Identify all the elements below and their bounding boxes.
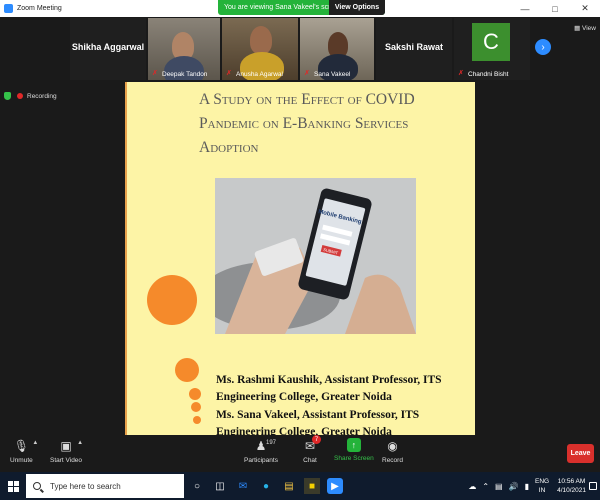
slide-accent-rule [125, 82, 127, 435]
unmute-label: Unmute [10, 457, 33, 464]
author-line: Ms. Sana Vakeel, Assistant Professor, IT… [216, 409, 420, 435]
search-icon [33, 482, 41, 490]
zoom-app-icon [4, 4, 13, 13]
participants-button[interactable]: ♟ 197 Participants [244, 438, 278, 464]
participants-icon: ♟ 197 [255, 439, 276, 453]
close-icon[interactable]: ✕ [570, 0, 600, 17]
maximize-icon[interactable]: □ [540, 0, 570, 17]
participant-name: Chandni Bisht [468, 71, 509, 78]
start-video-label: Start Video [50, 457, 83, 464]
participant-name: Deepak Tandon [162, 71, 208, 78]
participant-tile[interactable]: C ✗ Chandni Bisht [454, 18, 530, 80]
unmute-button[interactable]: 🎙 ▲ Unmute [10, 438, 39, 464]
search-placeholder: Type here to search [50, 481, 121, 491]
muted-mic-icon: ✗ [226, 70, 232, 77]
screen-share-banner: You are viewing Sana Vakeel's screen Vie… [218, 0, 385, 15]
sticky-notes-icon[interactable]: ■ [304, 478, 320, 494]
onedrive-icon[interactable]: ☁ [468, 482, 476, 491]
language-indicator[interactable]: ENG IN [535, 477, 549, 495]
mail-icon[interactable]: ✉ [235, 478, 251, 494]
participant-name: Shikha Aggarwal [71, 42, 145, 52]
participant-gallery: Shikha Aggarwal ✗ Deepak Tandon ✗ Anusha… [0, 17, 600, 81]
share-screen-button[interactable]: ↑ Share Screen [334, 438, 374, 462]
window-controls: — □ ✕ [510, 0, 600, 17]
taskbar-search[interactable]: Type here to search [26, 474, 184, 498]
hidden-icons-chevron-icon[interactable]: ⌃ [482, 482, 489, 491]
muted-mic-icon: ✗ [304, 70, 310, 77]
participant-tile[interactable]: Sakshi Rawat [376, 18, 452, 80]
edge-browser-icon[interactable]: ● [258, 478, 274, 494]
participants-count: 197 [265, 440, 276, 446]
slide-title: A Study on the Effect of COVID Pandemic … [199, 91, 415, 156]
audio-options-caret-icon[interactable]: ▲ [32, 440, 38, 446]
system-tray: ☁ ⌃ ▤ 🔊 ▮ ENG IN 10:56 AM 4/10/2021 [468, 472, 586, 500]
network-icon[interactable]: ▤ [495, 482, 503, 491]
view-options-button[interactable]: View Options [329, 0, 385, 15]
participant-tile[interactable]: ✗ Anusha Agarwal [222, 18, 298, 80]
muted-mic-icon: 🎙 ▲ [13, 439, 39, 453]
recording-icon [17, 93, 23, 99]
encryption-shield-icon[interactable] [4, 92, 11, 100]
decorative-circle [193, 416, 201, 424]
file-explorer-icon[interactable]: ▤ [281, 478, 297, 494]
participant-tile[interactable]: ✗ Deepak Tandon [148, 18, 220, 80]
participant-name: Sakshi Rawat [384, 42, 444, 52]
battery-icon[interactable]: ▮ [525, 482, 529, 491]
clock-date: 4/10/2021 [557, 487, 586, 494]
author-line: Ms. Rashmi Kaushik, Assistant Professor,… [216, 374, 442, 403]
decorative-circle [191, 402, 201, 412]
slide-authors: Ms. Rashmi Kaushik, Assistant Professor,… [216, 372, 456, 435]
avatar: C [472, 23, 510, 61]
minimize-icon[interactable]: — [510, 0, 540, 17]
participant-name: Sana Vakeel [314, 71, 351, 78]
zoom-window: Zoom Meeting — □ ✕ You are viewing Sana … [0, 0, 600, 500]
recording-label: Recording [27, 92, 57, 100]
chat-button[interactable]: ✉ 7 Chat [302, 435, 321, 464]
volume-icon[interactable]: 🔊 [509, 482, 519, 491]
window-title: Zoom Meeting [17, 5, 62, 12]
region-label: IN [538, 487, 546, 494]
meeting-status: Recording [4, 91, 57, 101]
record-icon: ◉ [387, 439, 398, 453]
share-screen-label: Share Screen [334, 455, 374, 462]
share-screen-icon: ↑ [346, 438, 361, 452]
language-label: ENG [534, 478, 550, 485]
participant-tile[interactable]: ✗ Sana Vakeel [300, 18, 374, 80]
chat-icon: ✉ 7 [302, 435, 321, 454]
zoom-taskbar-icon[interactable]: ▶ [327, 478, 343, 494]
decorative-circle [147, 275, 197, 325]
start-video-button[interactable]: ▣ ▲ Start Video [50, 438, 84, 464]
participant-tile[interactable]: Shikha Aggarwal [70, 18, 146, 80]
record-label: Record [382, 457, 403, 464]
chat-badge: 7 [312, 435, 321, 444]
next-page-arrow-icon[interactable]: › [535, 39, 551, 55]
view-label: View [582, 25, 596, 32]
meeting-controls: 🎙 ▲ Unmute ▣ ▲ Start Video ♟ 197 Participan… [0, 435, 600, 472]
muted-mic-icon: ✗ [152, 70, 158, 77]
decorative-circle [189, 388, 201, 400]
mobile-banking-photo: Mobile Banking SUBMIT [215, 178, 416, 334]
windows-taskbar: Type here to search ○ ◫ ✉ ● ▤ ■ ▶ ☁ ⌃ ▤ … [0, 472, 600, 500]
start-button[interactable] [0, 472, 26, 500]
windows-logo-icon [7, 480, 19, 492]
shared-slide: A Study on the Effect of COVID Pandemic … [125, 82, 475, 435]
task-view-icon[interactable]: ◫ [212, 478, 228, 494]
cortana-icon[interactable]: ○ [189, 478, 205, 494]
share-banner-message: You are viewing Sana Vakeel's screen [224, 4, 343, 11]
clock-time: 10:56 AM [557, 478, 586, 485]
video-off-icon: ▣ ▲ [60, 439, 84, 453]
leave-button[interactable]: Leave [567, 444, 594, 463]
video-options-caret-icon[interactable]: ▲ [77, 440, 83, 446]
decorative-circle [175, 358, 199, 382]
mobile-banking-illustration: Mobile Banking SUBMIT [215, 178, 416, 334]
record-button[interactable]: ◉ Record [382, 438, 403, 464]
taskbar-clock[interactable]: 10:56 AM 4/10/2021 [557, 477, 586, 495]
view-button[interactable]: ▦ View [574, 24, 596, 32]
chat-label: Chat [303, 457, 317, 464]
muted-mic-icon: ✗ [458, 70, 464, 77]
participant-name: Anusha Agarwal [236, 71, 283, 78]
notifications-icon[interactable] [589, 482, 597, 490]
participants-label: Participants [244, 457, 278, 464]
